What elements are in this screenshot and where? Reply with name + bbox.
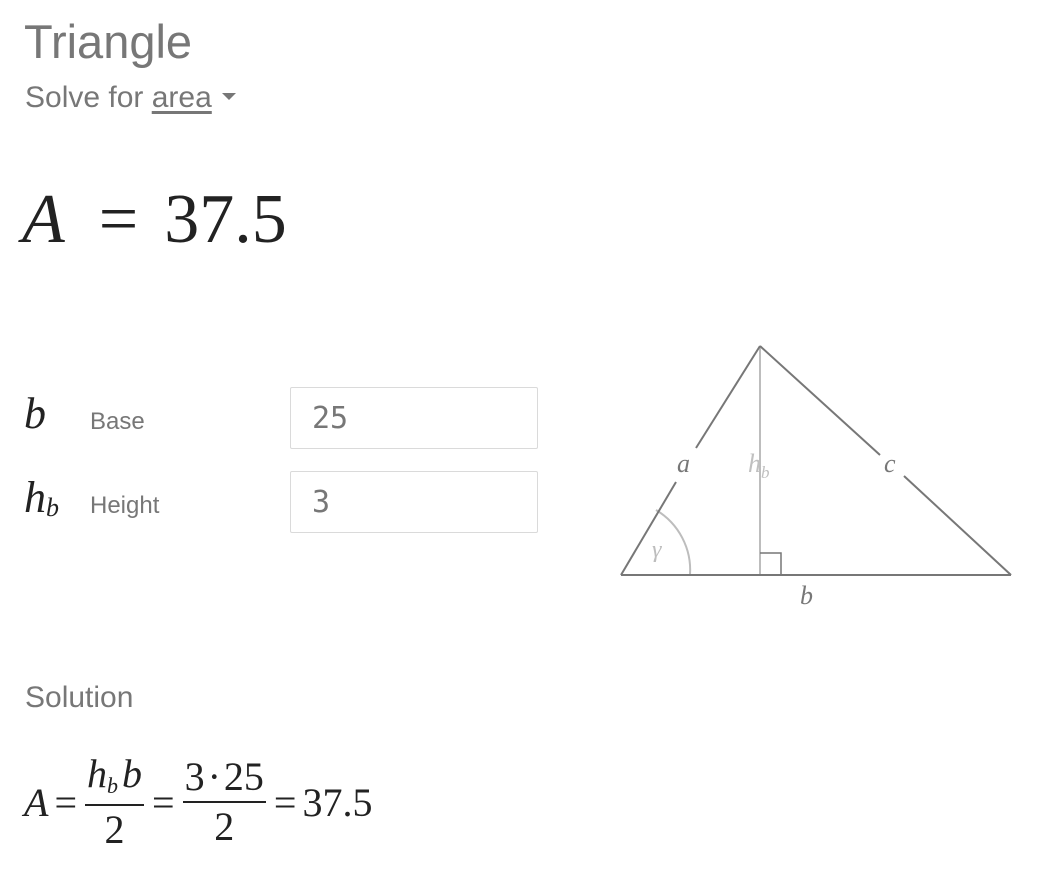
result-value: 37.5	[164, 181, 287, 258]
height-label-h: h	[748, 449, 761, 478]
height-symbol: hb	[24, 472, 59, 523]
height-symbol-subscript: b	[46, 493, 59, 522]
height-input[interactable]	[290, 471, 538, 533]
height-label: Height	[90, 492, 160, 519]
base-symbol: b	[24, 388, 46, 439]
numerator-h-sub: b	[107, 773, 118, 798]
formula-final-value: 37.5	[302, 779, 373, 825]
base-label: Base	[90, 408, 145, 435]
formula-fraction-numeric: 3·25 2	[182, 754, 266, 849]
fraction-numeric-numerator: 3·25	[182, 754, 266, 803]
base-symbol-letter: b	[24, 389, 46, 438]
side-a-lower	[620, 481, 677, 576]
triangle-diagram: a c b hb γ	[620, 345, 1012, 610]
fraction-symbolic-numerator: hb b	[85, 752, 144, 806]
dropdown-caret-icon[interactable]	[221, 92, 236, 100]
solve-for-target-link[interactable]: area	[152, 81, 212, 114]
solution-heading: Solution	[25, 681, 134, 714]
side-c-label: c	[884, 449, 896, 478]
side-c-upper	[759, 345, 881, 456]
right-angle-marker	[760, 552, 782, 575]
formula-equals-1: =	[54, 779, 77, 825]
solution-formula: A = hb b 2 = 3·25 2 = 37.5	[24, 752, 372, 852]
numerator-h: h	[87, 751, 107, 796]
numerator-25: 25	[223, 754, 264, 799]
solve-for-prefix: Solve for	[25, 81, 144, 114]
formula-lhs: A	[24, 779, 49, 825]
base-input[interactable]	[290, 387, 538, 449]
result-display: A = 37.5	[22, 180, 287, 260]
side-b-label: b	[800, 581, 813, 610]
multiply-dot: ·	[207, 754, 221, 799]
side-c-lower	[903, 475, 1012, 576]
formula-fraction-symbolic: hb b 2	[85, 752, 144, 852]
result-equals: =	[98, 181, 139, 258]
formula-equals-2: =	[152, 779, 175, 825]
numerator-3: 3	[184, 754, 205, 799]
solve-for-selector[interactable]: Solve for area	[25, 80, 236, 116]
page-title: Triangle	[24, 15, 193, 68]
numerator-b: b	[122, 751, 142, 796]
result-variable: A	[22, 181, 65, 258]
fraction-numeric-denominator: 2	[214, 804, 235, 849]
height-label-sub: b	[761, 463, 770, 482]
height-label-diagram: hb	[748, 449, 770, 482]
height-symbol-letter: h	[24, 473, 46, 522]
fraction-symbolic-denominator: 2	[104, 807, 125, 852]
formula-equals-3: =	[273, 779, 297, 825]
side-a-label: a	[677, 449, 690, 478]
side-a-upper	[695, 345, 761, 449]
angle-gamma-label: γ	[652, 537, 662, 563]
